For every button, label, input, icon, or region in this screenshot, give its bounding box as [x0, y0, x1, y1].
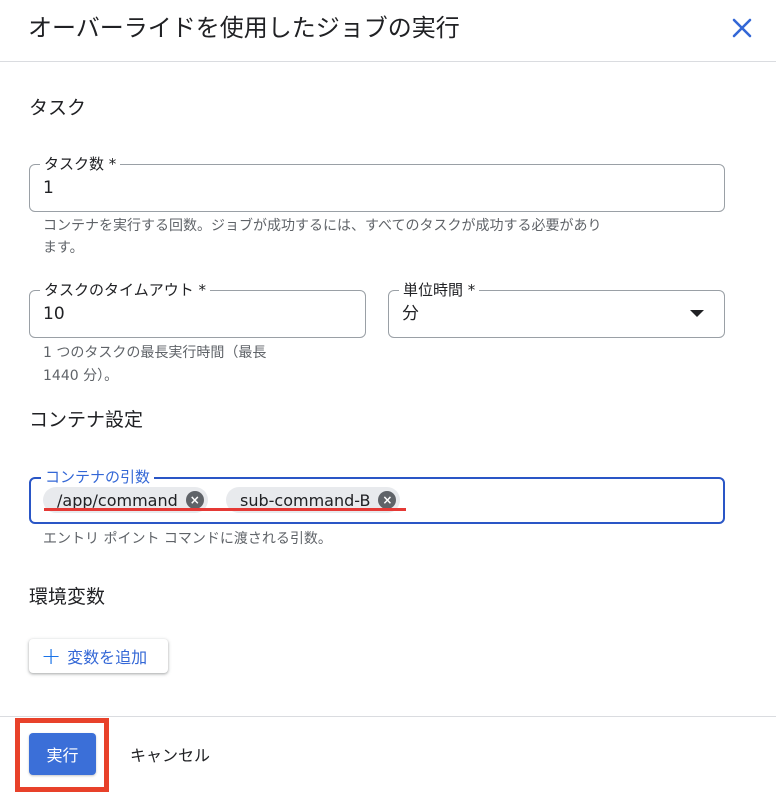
add-variable-button[interactable]: + 変数を追加 [29, 639, 168, 673]
cancel-button[interactable]: キャンセル [120, 733, 220, 775]
task-timeout-value[interactable]: 10 [43, 303, 65, 325]
add-variable-label: 変数を追加 [67, 648, 148, 667]
container-args-field[interactable]: コンテナの引数 /app/command × sub-command-B × [29, 468, 725, 524]
run-job-dialog: オーバーライドを使用したジョブの実行 タスク タスク数 * 1 コンテナを実行す… [0, 0, 776, 800]
task-timeout-field[interactable]: タスクのタイムアウト * 10 [29, 281, 366, 338]
container-section-title: コンテナ設定 [29, 409, 144, 431]
task-count-helper-2: ます。 [43, 240, 84, 256]
task-timeout-helper-2: 1440 分）。 [43, 368, 119, 384]
task-count-value[interactable]: 1 [43, 177, 54, 199]
time-unit-label: 単位時間 * [399, 281, 480, 299]
dialog-header: オーバーライドを使用したジョブの実行 [0, 0, 776, 62]
close-button[interactable] [726, 12, 758, 44]
run-button[interactable]: 実行 [29, 733, 96, 775]
arg-chip-label: sub-command-B [240, 490, 371, 510]
task-timeout-helper-1: 1 つのタスクの最長実行時間（最長 [43, 345, 267, 361]
env-section-title: 環境変数 [29, 586, 106, 608]
dialog-footer [0, 716, 776, 800]
dialog-title: オーバーライドを使用したジョブの実行 [28, 14, 460, 42]
container-args-label: コンテナの引数 [41, 468, 155, 486]
dropdown-arrow-icon [690, 310, 704, 317]
time-unit-value: 分 [402, 304, 419, 324]
time-unit-select[interactable]: 単位時間 * 分 [388, 281, 725, 338]
container-args-helper: エントリ ポイント コマンドに渡される引数。 [43, 531, 332, 547]
task-count-helper-1: コンテナを実行する回数。ジョブが成功するには、すべてのタスクが成功する必要があり [43, 218, 602, 234]
tasks-section-title: タスク [29, 97, 87, 119]
task-count-field[interactable]: タスク数 * 1 [29, 155, 725, 212]
chip-remove-icon[interactable]: × [378, 491, 397, 509]
close-icon [732, 18, 752, 38]
chip-remove-icon[interactable]: × [185, 491, 204, 509]
task-count-label: タスク数 * [40, 155, 121, 173]
arg-chip-label: /app/command [57, 490, 178, 510]
task-timeout-label: タスクのタイムアウト * [40, 281, 210, 299]
annotation-underline [44, 508, 406, 511]
plus-icon: + [41, 642, 62, 670]
